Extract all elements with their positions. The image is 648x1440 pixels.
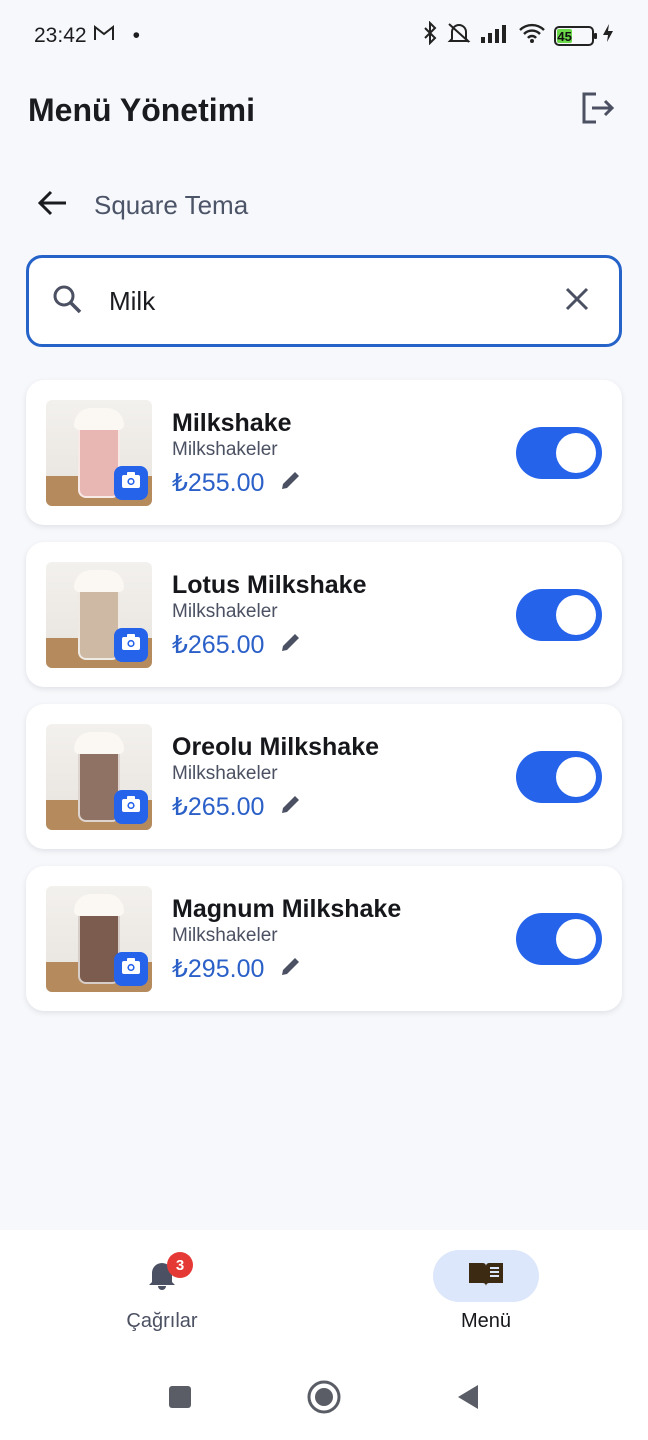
nav-label-menu: Menü (460, 1310, 512, 1332)
price-row: ₺265.00 (172, 630, 516, 660)
edit-price-button[interactable] (278, 470, 304, 496)
nav-pill-calls: 3 (109, 1250, 215, 1302)
pencil-icon (280, 631, 302, 658)
change-photo-button[interactable] (114, 951, 148, 986)
product-price: ₺295.00 (172, 954, 265, 983)
product-name: Magnum Milkshake (172, 894, 402, 923)
product-card[interactable]: Lotus Milkshake Milkshakeler ₺265.00 (26, 542, 622, 687)
pencil-icon (280, 955, 302, 982)
product-name: Milkshake (172, 408, 292, 437)
availability-toggle[interactable] (516, 912, 602, 965)
nav-label-calls: Çağrılar (126, 1310, 198, 1332)
menu-book-icon (467, 1260, 505, 1293)
product-category: Milkshakeler (172, 924, 278, 946)
circle-icon (306, 1379, 342, 1420)
theme-title: Square Tema (94, 189, 249, 220)
logout-button[interactable] (576, 88, 620, 132)
thumb-cream (74, 569, 124, 592)
search-icon (51, 283, 83, 320)
battery-icon: 45 (554, 26, 597, 46)
bluetooth-icon (422, 20, 438, 51)
product-info: Magnum Milkshake Milkshakeler ₺295.00 (172, 894, 516, 984)
thumb-cream (74, 893, 124, 916)
camera-icon (121, 957, 141, 980)
availability-toggle[interactable] (516, 588, 602, 641)
product-info: Milkshake Milkshakeler ₺255.00 (172, 408, 516, 498)
muted-bell-icon (446, 21, 472, 51)
back-system-button[interactable] (448, 1379, 488, 1419)
page-title: Menü Yönetimi (28, 91, 255, 128)
thumb-cream (74, 731, 124, 754)
pencil-icon (280, 793, 302, 820)
nav-item-calls[interactable]: 3 Çağrılar (0, 1230, 324, 1358)
product-name: Lotus Milkshake (172, 570, 367, 599)
back-button[interactable] (30, 182, 76, 228)
product-card[interactable]: Magnum Milkshake Milkshakeler ₺295.00 (26, 866, 622, 1011)
product-image (46, 723, 152, 830)
wifi-icon (518, 22, 546, 50)
edit-price-button[interactable] (278, 632, 304, 658)
logout-icon (580, 91, 616, 130)
price-row: ₺265.00 (172, 792, 516, 822)
status-time: 23:42 (34, 24, 87, 47)
product-info: Lotus Milkshake Milkshakeler ₺265.00 (172, 570, 516, 660)
toggle-knob (556, 918, 596, 959)
change-photo-button[interactable] (114, 789, 148, 824)
app-header: Menü Yönetimi (0, 72, 648, 148)
edit-price-button[interactable] (278, 794, 304, 820)
home-button[interactable] (304, 1379, 344, 1419)
triangle-back-icon (456, 1383, 480, 1416)
product-card[interactable]: Oreolu Milkshake Milkshakeler ₺265.00 (26, 704, 622, 849)
product-image (46, 885, 152, 992)
system-navigation (0, 1358, 648, 1440)
square-icon (168, 1385, 192, 1414)
gmail-icon (93, 24, 115, 48)
status-bar: 23:42 • 45 (0, 0, 648, 72)
charging-icon (602, 23, 614, 49)
edit-price-button[interactable] (278, 956, 304, 982)
sub-header: Square Tema (0, 172, 648, 238)
product-image (46, 561, 152, 668)
product-category: Milkshakeler (172, 762, 278, 784)
search-input[interactable] (109, 285, 557, 317)
product-image (46, 399, 152, 506)
camera-icon (121, 633, 141, 656)
nav-item-menu[interactable]: Menü (324, 1230, 648, 1358)
product-name: Oreolu Milkshake (172, 732, 380, 761)
search-bar (26, 255, 622, 347)
camera-icon (121, 471, 141, 494)
product-info: Oreolu Milkshake Milkshakeler ₺265.00 (172, 732, 516, 822)
bottom-navigation: 3 Çağrılar Menü (0, 1230, 648, 1358)
toggle-knob (556, 432, 596, 473)
nav-pill-menu (433, 1250, 539, 1302)
product-card[interactable]: Milkshake Milkshakeler ₺255.00 (26, 380, 622, 525)
toggle-knob (556, 756, 596, 797)
arrow-left-icon (37, 190, 68, 221)
product-price: ₺255.00 (172, 468, 265, 497)
pencil-icon (280, 469, 302, 496)
price-row: ₺255.00 (172, 468, 516, 498)
notification-badge: 3 (167, 1252, 193, 1278)
product-category: Milkshakeler (172, 438, 278, 460)
close-icon (564, 286, 590, 317)
change-photo-button[interactable] (114, 627, 148, 662)
signal-icon (480, 23, 510, 49)
availability-toggle[interactable] (516, 750, 602, 803)
thumb-cream (74, 407, 124, 430)
clear-search-button[interactable] (557, 281, 597, 321)
product-price: ₺265.00 (172, 630, 265, 659)
product-price: ₺265.00 (172, 792, 265, 821)
toggle-knob (556, 594, 596, 635)
recent-apps-button[interactable] (160, 1379, 200, 1419)
battery-level: 45 (557, 28, 573, 44)
status-dot: • (132, 24, 140, 47)
product-list: Milkshake Milkshakeler ₺255.00 Lotus Mil… (26, 380, 622, 1028)
product-category: Milkshakeler (172, 600, 278, 622)
change-photo-button[interactable] (114, 465, 148, 500)
availability-toggle[interactable] (516, 426, 602, 479)
price-row: ₺295.00 (172, 954, 516, 984)
camera-icon (121, 795, 141, 818)
